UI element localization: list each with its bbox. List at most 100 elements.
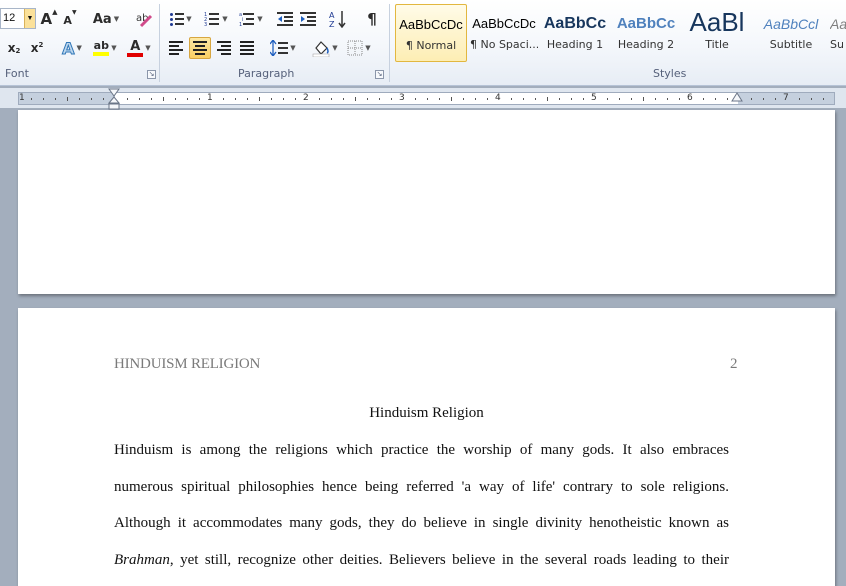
style-name: ¶ No Spaci... (470, 38, 538, 51)
style-subtitle[interactable]: AaBbCcl Subtitle (756, 4, 826, 62)
font-group-label: Font (5, 67, 29, 80)
shrink-font-button[interactable]: A ▼ (62, 9, 78, 31)
highlighter-icon: ab (93, 40, 110, 56)
body-line-with-italic: Brahman, yet still, recognize other deit… (114, 552, 730, 568)
svg-text:1: 1 (239, 22, 242, 27)
style-name: Heading 2 (617, 38, 675, 51)
ruler-tick (715, 98, 716, 100)
paragraph-group-label: Paragraph (238, 67, 295, 80)
italic-term: Brahman (114, 552, 170, 568)
ruler-tick (487, 98, 488, 100)
page-1[interactable] (18, 110, 835, 294)
font-size-combobox[interactable]: 12 ▼ (0, 8, 36, 29)
numbering-button[interactable]: 1 2 3 ▼ (200, 8, 232, 30)
style-heading-2[interactable]: AaBbCc Heading 2 (613, 4, 679, 62)
ruler-tick (223, 98, 224, 100)
ruler-tick (535, 98, 536, 100)
increase-indent-button[interactable] (298, 8, 318, 30)
paragraph-dialog-launcher-icon[interactable]: ↘ (375, 70, 384, 79)
text-effects-icon: A (62, 38, 75, 58)
justify-icon (240, 41, 254, 55)
ruler-tick (511, 98, 512, 100)
ruler-tick (91, 98, 92, 100)
show-hide-formatting-button[interactable]: ¶ (362, 8, 382, 30)
ruler-tick (55, 98, 56, 100)
font-size-dropdown-icon[interactable]: ▼ (24, 9, 35, 28)
style-no-spacing[interactable]: AaBbCcDc ¶ No Spaci... (470, 4, 538, 62)
chevron-down-icon: ▼ (290, 44, 296, 52)
chevron-down-icon: ▼ (257, 15, 263, 23)
font-color-icon: A (127, 40, 144, 57)
highlight-button[interactable]: ab ▼ (90, 37, 120, 59)
line-spacing-button[interactable]: ▼ (268, 37, 298, 59)
style-heading-1[interactable]: AaBbCc Heading 1 (542, 4, 608, 62)
sort-icon: A Z (329, 11, 346, 28)
align-center-button[interactable] (189, 37, 211, 59)
group-divider (389, 4, 390, 82)
grow-font-button[interactable]: A ▲ (40, 8, 58, 30)
shrink-arrow-icon: ▼ (71, 9, 77, 16)
style-title[interactable]: AaBl Title (684, 4, 750, 62)
ruler-tick (679, 98, 680, 100)
bullets-icon (170, 12, 185, 26)
subscript-icon: x (7, 41, 16, 55)
horizontal-ruler[interactable]: 1 1 2 3 4 5 6 7 (0, 88, 846, 108)
chevron-down-icon: ▼ (113, 15, 120, 23)
superscript-button[interactable]: x2 (27, 37, 47, 59)
shading-button[interactable]: ▼ (310, 37, 340, 59)
style-subtle-emphasis[interactable]: Aa Su (830, 4, 846, 62)
ruler-tick (763, 98, 764, 100)
ruler-tick (571, 98, 572, 100)
chevron-down-icon: ▼ (111, 44, 117, 52)
ruler-tick (139, 98, 140, 100)
indent-marker-icon[interactable] (108, 88, 120, 110)
ruler-tick (67, 97, 68, 101)
multilevel-list-button[interactable]: a i 1 ▼ (236, 8, 266, 30)
style-normal[interactable]: AaBbCcDc ¶ Normal (395, 4, 467, 62)
group-divider (159, 4, 160, 82)
font-color-button[interactable]: A ▼ (124, 37, 154, 59)
ribbon: 12 ▼ A ▲ A ▼ Aa ▼ ab x2 x2 A ▼ ab ▼ A ▼ Font… (0, 0, 846, 86)
change-case-button[interactable]: Aa ▼ (92, 8, 120, 30)
bullets-button[interactable]: ▼ (166, 8, 196, 30)
style-preview: AaBbCcDc (399, 17, 463, 32)
first-line-indent-icon[interactable] (0, 88, 6, 110)
multilevel-list-icon: a i 1 (239, 12, 255, 27)
align-right-button[interactable] (214, 37, 234, 59)
ruler-tick (187, 98, 188, 100)
text-effects-button[interactable]: A ▼ (58, 37, 86, 59)
grow-font-icon: A (40, 10, 53, 28)
subscript-mark: 2 (15, 47, 21, 55)
style-preview: Aa (830, 16, 846, 32)
ruler-tick (415, 98, 416, 100)
align-left-icon (169, 41, 183, 55)
ruler-tick (343, 98, 344, 100)
ruler-number: 5 (591, 93, 597, 103)
chevron-down-icon: ▼ (332, 44, 338, 52)
grow-arrow-icon: ▲ (52, 8, 58, 16)
chevron-down-icon: ▼ (186, 15, 192, 23)
right-indent-icon[interactable] (731, 92, 743, 106)
page-2[interactable]: HINDUISM RELIGION 2 Hinduism Religion Hi… (18, 308, 835, 586)
ruler-number: 1 (19, 93, 25, 103)
style-preview: AaBbCc (616, 15, 676, 32)
subscript-button[interactable]: x2 (4, 37, 24, 59)
decrease-indent-button[interactable] (275, 8, 295, 30)
align-left-button[interactable] (166, 37, 186, 59)
align-right-icon (217, 41, 231, 55)
ruler-number: 3 (399, 93, 405, 103)
justify-button[interactable] (237, 37, 257, 59)
style-name: Su (830, 38, 844, 51)
sort-button[interactable]: A Z (328, 8, 348, 30)
ruler-tick (235, 98, 236, 100)
ruler-tick (631, 98, 632, 100)
borders-button[interactable]: ▼ (344, 37, 374, 59)
ruler-tick (811, 98, 812, 100)
style-preview: AaBl (689, 7, 745, 37)
line-spacing-icon (270, 40, 289, 56)
clear-formatting-button[interactable]: ab (134, 8, 154, 30)
clear-formatting-icon: ab (136, 13, 153, 28)
font-dialog-launcher-icon[interactable]: ↘ (147, 70, 156, 79)
ruler-tick (451, 97, 452, 101)
decrease-indent-icon (277, 12, 293, 26)
